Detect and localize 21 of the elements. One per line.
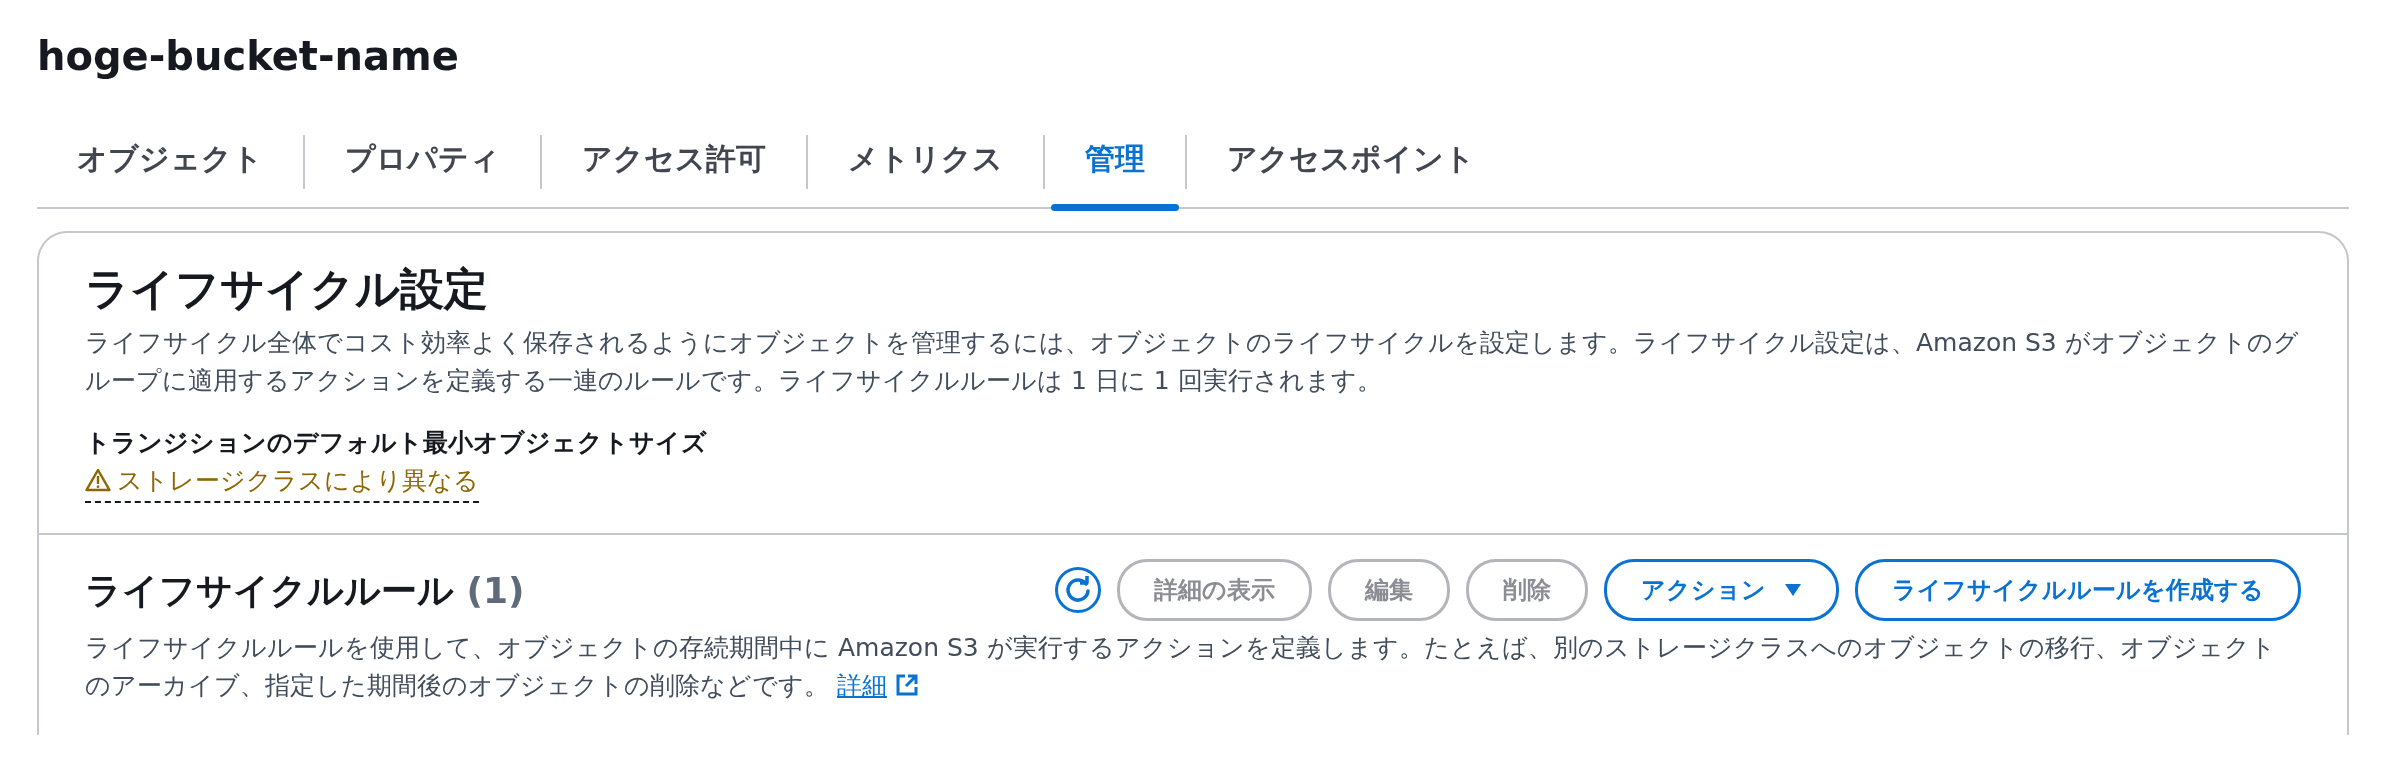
rule-count: (1) — [466, 569, 525, 611]
action-button[interactable]: ライフサイクルルールを作成する — [1855, 559, 2301, 621]
refresh-button[interactable] — [1055, 567, 1101, 613]
actions-dropdown[interactable]: アクション — [1604, 559, 1839, 621]
tab[interactable]: メトリクス — [808, 116, 1043, 207]
field-label: トランジションのデフォルト最小オブジェクトサイズ — [85, 427, 708, 459]
field-value[interactable]: ストレージクラスにより異なる — [85, 461, 479, 503]
tab[interactable]: オブジェクト — [37, 116, 303, 207]
caret-icon — [1784, 583, 1802, 597]
section-heading: ライフサイクル設定 — [85, 262, 489, 316]
tab[interactable]: プロパティ — [305, 116, 540, 207]
tab[interactable]: アクセスポイント — [1187, 116, 1515, 207]
refresh-icon — [1064, 576, 1092, 604]
warning-icon — [85, 468, 111, 493]
tab[interactable]: アクセス許可 — [542, 116, 806, 207]
section-description: ライフサイクルルールを使用して、オブジェクトの存続期間中に Amazon S3 が実行するアクションを定義します。たとえば、別のストレージクラスへのオブジェクトの移行、オブジェクトのアーカイブ、指定した期間後のオブジェクトの削除などです。 詳細 — [85, 632, 2277, 702]
learn-more-link[interactable]: 詳細 — [836, 671, 887, 700]
page-title: hoge-bucket-name — [37, 32, 460, 81]
section-heading: ライフサイクルルール — [85, 569, 454, 611]
section-description: ライフサイクル全体でコスト効率よく保存されるようにオブジェクトを管理するには、オブジェクトのライフサイクルを設定します。ライフサイクル設定は、Amazon S3 がオブジェクトのグループに適用するアクションを定義する一連のルールです。ライフサイクルルールは 1 日に 1 回実行されます。 — [85, 327, 2300, 397]
external-link-icon — [894, 673, 919, 697]
